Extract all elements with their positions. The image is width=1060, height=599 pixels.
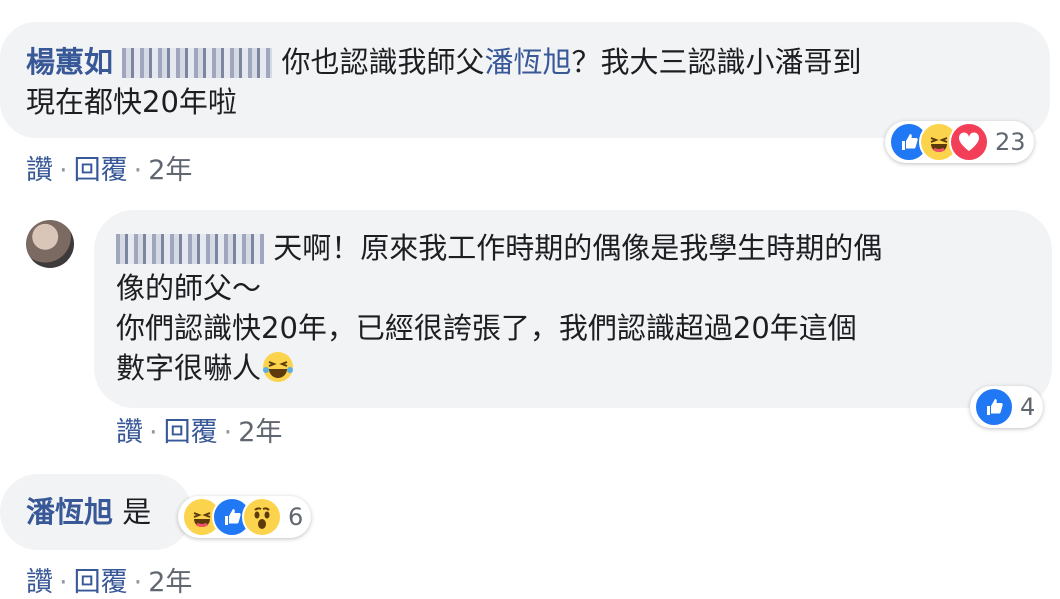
separator: · — [133, 155, 143, 186]
comment-actions: 讚 · 回覆 · 2年 — [26, 560, 192, 599]
comment-text-part: ？我大三認識小潘哥到 — [571, 45, 862, 79]
separator: · — [59, 155, 68, 186]
reaction-count: 23 — [995, 128, 1026, 156]
comment-text: 楊蕙如 你也認識我師父潘恆旭？我大三認識小潘哥到 現在都快20年啦 — [26, 42, 1036, 122]
separator: · — [59, 567, 68, 598]
redacted-name — [122, 48, 273, 78]
comment-text: 天啊！原來我工作時期的偶像是我學生時期的偶 像的師父～ 你們認識快20年，已經很… — [116, 228, 1046, 388]
reply-link[interactable]: 回覆 — [74, 567, 128, 598]
separator: · — [149, 417, 158, 448]
surprised-face-icon — [242, 497, 282, 537]
reaction-summary[interactable]: 23 — [885, 121, 1034, 163]
avatar[interactable] — [26, 220, 74, 268]
thumbs-up-icon — [974, 387, 1014, 427]
heart-icon — [949, 122, 989, 162]
timestamp[interactable]: 2年 — [148, 155, 192, 186]
reaction-count: 6 — [288, 503, 304, 531]
comment-text-line: 天啊！原來我工作時期的偶像是我學生時期的偶 — [273, 231, 883, 265]
comment-text-line: 數字很嚇人 — [116, 351, 262, 385]
comment-text-part: 你也認識我師父 — [281, 45, 485, 79]
comment-text-line: 像的師父～ — [116, 271, 262, 305]
like-link[interactable]: 讚 — [116, 417, 143, 448]
tagged-user[interactable]: 潘恆旭 — [484, 45, 571, 79]
reaction-summary[interactable]: 6 — [178, 496, 312, 538]
comment-actions: 讚 · 回覆 · 2年 — [116, 410, 282, 449]
redacted-name[interactable] — [116, 234, 264, 264]
comment-actions: 讚 · 回覆 · 2年 — [26, 148, 192, 187]
laughing-with-tears-emoji — [261, 350, 295, 384]
reply-link[interactable]: 回覆 — [74, 155, 128, 186]
timestamp[interactable]: 2年 — [238, 417, 282, 448]
comment-text-line: 你們認識快20年，已經很誇張了，我們認識超過20年這個 — [116, 311, 857, 345]
reaction-count: 4 — [1020, 393, 1036, 421]
reaction-summary[interactable]: 4 — [970, 386, 1044, 428]
timestamp[interactable]: 2年 — [148, 567, 192, 598]
separator: · — [223, 417, 233, 448]
like-link[interactable]: 讚 — [26, 155, 53, 186]
like-link[interactable]: 讚 — [26, 567, 53, 598]
comment-author[interactable]: 潘恆旭 — [26, 495, 113, 529]
reply-link[interactable]: 回覆 — [164, 417, 218, 448]
comment-author[interactable]: 楊蕙如 — [26, 45, 113, 79]
comment-text: 潘恆旭 是 — [26, 492, 151, 532]
separator: · — [133, 567, 143, 598]
comment-body: 是 — [122, 495, 152, 529]
comment-text-part: 現在都快20年啦 — [26, 85, 237, 119]
